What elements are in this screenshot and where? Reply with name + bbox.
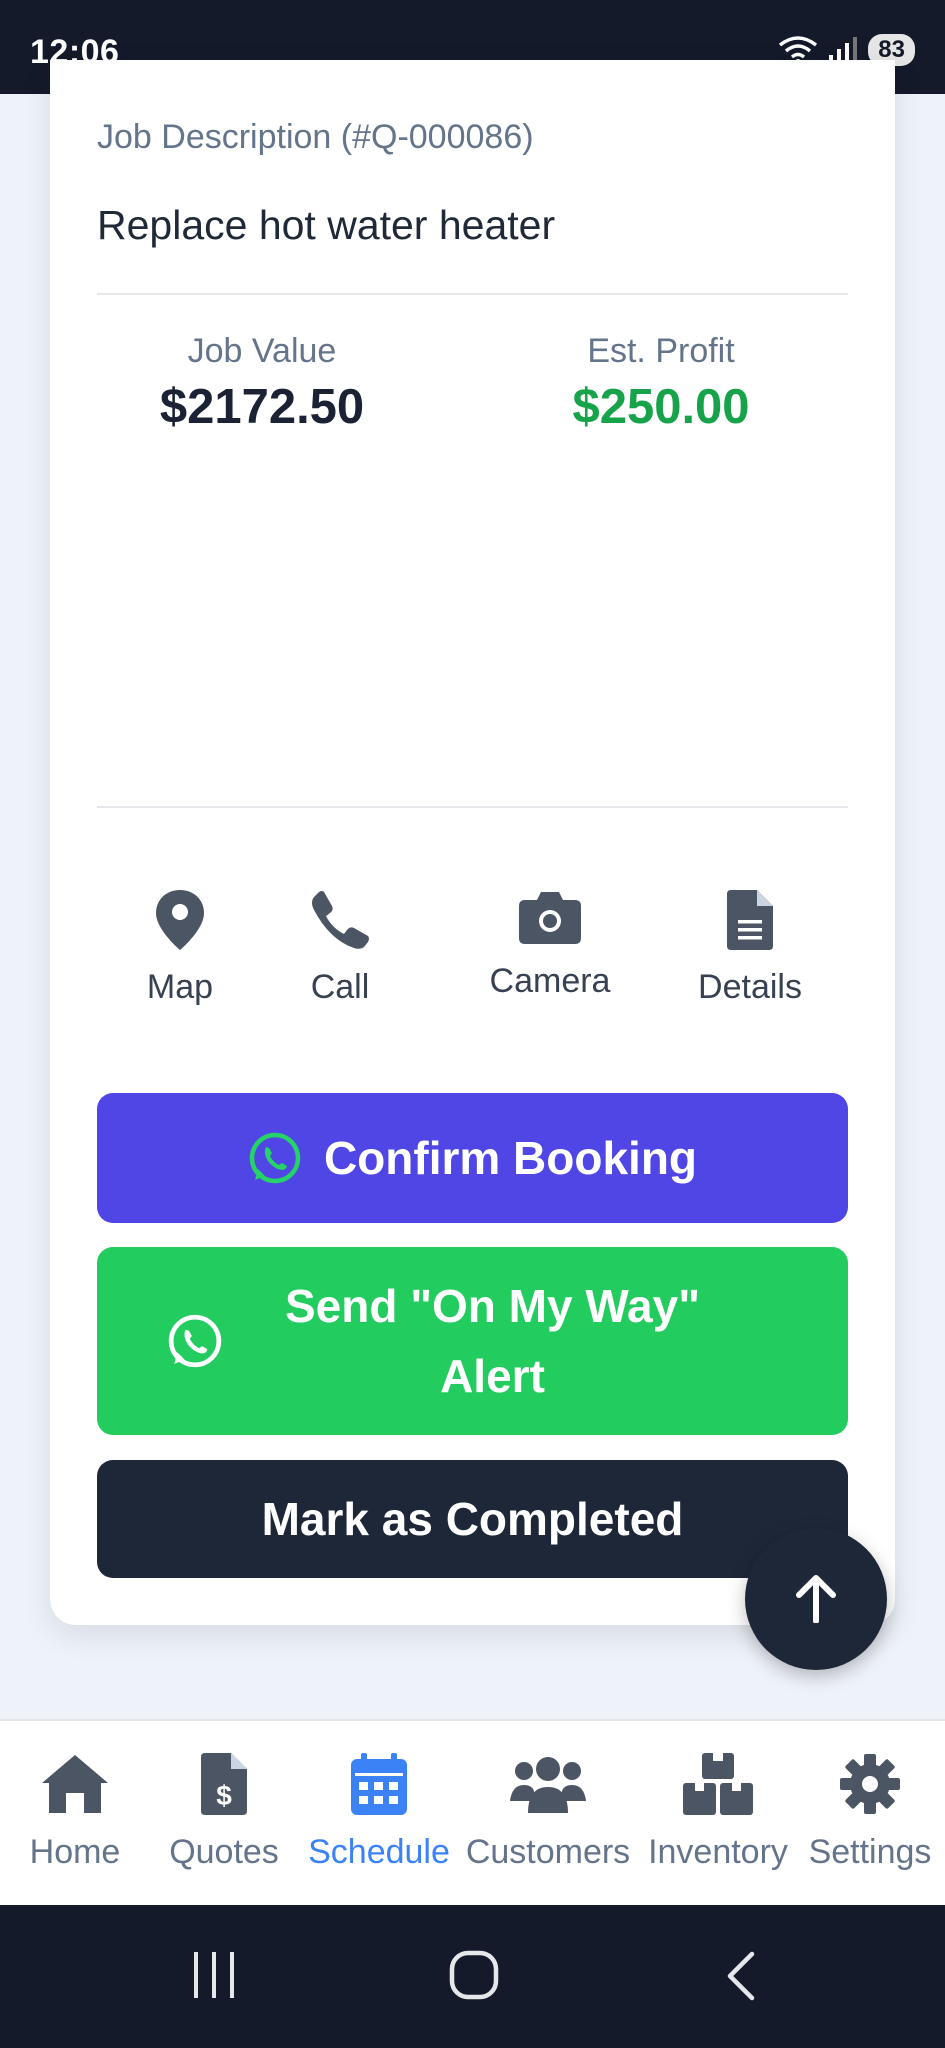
phone-icon: [312, 891, 369, 949]
call-action[interactable]: Call: [290, 890, 390, 1007]
whatsapp-icon: [168, 1314, 222, 1368]
mark-completed-button[interactable]: Mark as Completed: [97, 1460, 848, 1578]
boxes-icon: [683, 1753, 753, 1815]
map-action-label: Map: [146, 968, 214, 1006]
est-profit-label: Est. Profit: [587, 332, 735, 370]
divider: [97, 293, 848, 295]
nav-settings[interactable]: Settings: [800, 1753, 940, 1872]
job-description-label: Job Description (#Q-000086): [97, 118, 534, 156]
est-profit-value: $250.00: [572, 380, 750, 434]
confirm-booking-label: Confirm Booking: [323, 1132, 698, 1184]
map-pin-icon: [156, 890, 204, 950]
job-description: Replace hot water heater: [97, 202, 556, 248]
arrow-up-icon: [796, 1575, 836, 1623]
nav-schedule-label: Schedule: [308, 1833, 450, 1871]
nav-inventory[interactable]: Inventory: [638, 1753, 798, 1872]
document-icon: [727, 890, 773, 950]
nav-inventory-label: Inventory: [648, 1833, 788, 1871]
confirm-booking-button[interactable]: Confirm Booking: [97, 1093, 848, 1223]
users-icon: [510, 1757, 586, 1813]
send-on-my-way-line2: Alert: [440, 1350, 545, 1402]
send-on-my-way-line1: Send "On My Way": [284, 1280, 701, 1332]
nav-quotes-label: Quotes: [169, 1833, 279, 1871]
send-on-my-way-label: Send "On My Way" Alert: [285, 1271, 700, 1411]
job-value-metric: Job Value $2172.50: [97, 332, 427, 435]
nav-home[interactable]: Home: [20, 1753, 130, 1872]
camera-icon: [519, 892, 581, 944]
nav-customers-label: Customers: [465, 1833, 631, 1871]
map-action[interactable]: Map: [130, 890, 230, 1007]
scroll-top-button[interactable]: [745, 1528, 887, 1670]
back-icon[interactable]: [720, 1950, 760, 2002]
camera-action-label: Camera: [489, 962, 611, 1000]
recent-apps-icon[interactable]: [190, 1950, 238, 2000]
bottom-nav: Home $ Quotes Schedule Customers Invento…: [0, 1719, 945, 1905]
whatsapp-icon: [249, 1132, 301, 1184]
nav-home-label: Home: [29, 1833, 121, 1871]
invoice-icon: $: [201, 1753, 247, 1815]
details-action-label: Details: [698, 968, 802, 1006]
send-on-my-way-button[interactable]: Send "On My Way" Alert: [97, 1247, 848, 1435]
nav-schedule[interactable]: Schedule: [300, 1753, 458, 1872]
camera-action[interactable]: Camera: [460, 890, 640, 1001]
est-profit-metric: Est. Profit $250.00: [496, 332, 826, 435]
home-icon: [42, 1755, 108, 1813]
calendar-icon: [351, 1753, 407, 1815]
nav-settings-label: Settings: [808, 1833, 932, 1871]
divider: [97, 806, 848, 808]
home-button-icon[interactable]: [449, 1950, 499, 2000]
details-action[interactable]: Details: [670, 890, 830, 1007]
nav-customers[interactable]: Customers: [458, 1753, 638, 1872]
nav-quotes[interactable]: $ Quotes: [164, 1753, 284, 1872]
gear-icon: [840, 1754, 900, 1814]
svg-text:$: $: [216, 1780, 232, 1811]
job-card: Job Description (#Q-000086) Replace hot …: [50, 60, 895, 1625]
call-action-label: Call: [310, 968, 370, 1006]
job-value-label: Job Value: [187, 332, 337, 370]
mark-completed-label: Mark as Completed: [261, 1493, 684, 1545]
system-nav-bar: [0, 1905, 945, 2048]
job-value: $2172.50: [159, 380, 365, 434]
